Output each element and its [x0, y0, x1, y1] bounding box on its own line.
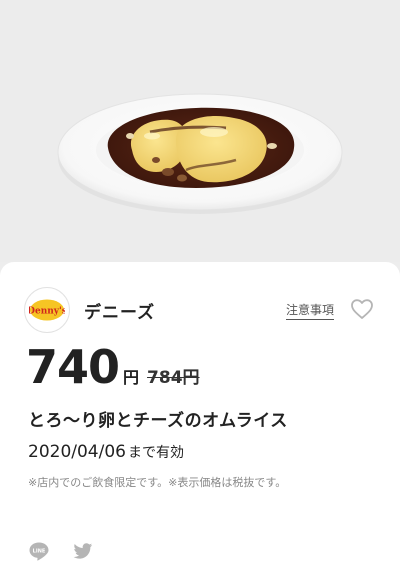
coupon-page: Denny's デニーズ 注意事項 740 円 784円 とろ〜り卵とチーズのオ… [0, 0, 400, 580]
original-price: 784円 [147, 368, 200, 388]
price-row: 740 円 784円 [26, 344, 200, 390]
heart-outline-icon[interactable] [350, 298, 374, 320]
product-name: とろ〜り卵とチーズのオムライス [28, 411, 288, 431]
twitter-icon[interactable] [72, 540, 94, 562]
price-currency: 円 [123, 368, 140, 387]
store-row: Denny's デニーズ [24, 287, 156, 333]
omurice-plate-illustration [57, 93, 343, 214]
hero-food-image [0, 0, 400, 262]
logo-text: Denny's [29, 307, 65, 317]
dennys-logo-icon: Denny's [24, 287, 70, 333]
valid-date: 2020/04/06 [28, 442, 126, 462]
coupon-note: ※店内でのご飲食限定です。※表示価格は税抜です。 [28, 476, 287, 489]
coupon-price: 740 [26, 340, 120, 394]
share-row: LINE [28, 540, 116, 562]
line-icon[interactable]: LINE [28, 540, 50, 562]
valid-suffix: まで有効 [127, 445, 184, 461]
store-name: デニーズ [84, 302, 156, 323]
validity-row: 2020/04/06 まで有効 [28, 442, 184, 462]
coupon-card[interactable]: Denny's デニーズ 注意事項 740 円 784円 とろ〜り卵とチーズのオ… [0, 262, 400, 580]
notice-link[interactable]: 注意事項 [286, 301, 335, 320]
svg-text:LINE: LINE [33, 548, 46, 554]
